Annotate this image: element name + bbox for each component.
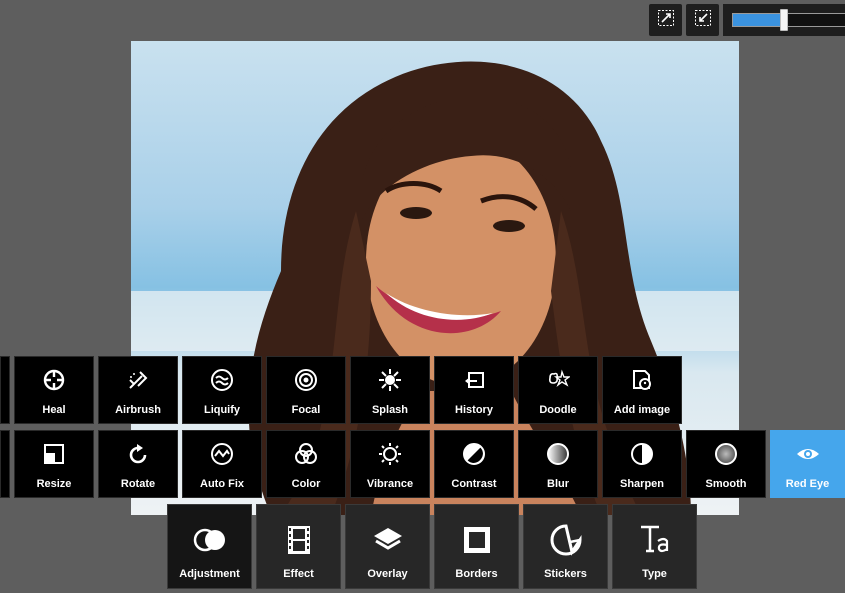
tool-label: History [455,404,493,416]
film-strip-icon [257,523,340,557]
tool-vibrance[interactable]: Vibrance [350,430,430,498]
tool-label: Splash [371,404,409,416]
tool-resize[interactable]: Resize [14,430,94,498]
tool-label: Red Eye [785,478,830,490]
tool-airbrush[interactable]: Airbrush [98,356,178,424]
contrast-icon [435,441,513,467]
tool-partial-left-1[interactable] [0,356,10,424]
tool-contrast[interactable]: Contrast [434,430,514,498]
category-stickers[interactable]: Stickers [523,504,608,589]
tool-label: Vibrance [366,478,414,490]
zoom-fill [733,14,784,26]
zoom-slider[interactable] [723,4,845,36]
tool-label: Sharpen [619,478,664,490]
tool-color[interactable]: Color [266,430,346,498]
liquify-waves-icon [183,367,261,393]
sticker-icon [524,523,607,557]
actual-size-button[interactable] [686,4,719,36]
smooth-icon [687,441,765,467]
eye-icon [771,441,844,467]
category-overlay[interactable]: Overlay [345,504,430,589]
category-type[interactable]: Type [612,504,697,589]
tool-label: Rotate [120,478,156,490]
tool-label: Blur [547,478,569,490]
tool-label: Airbrush [115,404,161,416]
tool-label: Resize [36,478,72,490]
tool-add-image[interactable]: Add image [602,356,682,424]
tool-heal[interactable]: Heal [14,356,94,424]
tool-blur[interactable]: Blur [518,430,598,498]
splash-icon [351,367,429,393]
tool-focal[interactable]: Focal [266,356,346,424]
add-image-icon [603,367,681,393]
fit-arrow-icon [694,9,712,32]
auto-fix-icon [183,441,261,467]
category-label: Type [642,568,667,580]
category-adjustment[interactable]: Adjustment [167,504,252,589]
fit-to-screen-button[interactable] [649,4,682,36]
expand-arrow-icon [657,9,675,32]
tool-label: Add image [613,404,671,416]
tool-liquify[interactable]: Liquify [182,356,262,424]
tool-rotate[interactable]: Rotate [98,430,178,498]
sharpen-icon [603,441,681,467]
category-label: Borders [455,568,498,580]
zoom-track[interactable] [732,9,845,31]
rotate-icon [99,441,177,467]
category-label: Effect [283,568,314,580]
tool-label: Liquify [203,404,241,416]
airbrush-icon [99,367,177,393]
color-circles-icon [267,441,345,467]
tool-auto-fix[interactable]: Auto Fix [182,430,262,498]
tool-smooth[interactable]: Smooth [686,430,766,498]
border-frame-icon [435,523,518,557]
type-icon [613,523,696,557]
tool-label: Smooth [705,478,747,490]
vibrance-sun-icon [351,441,429,467]
tool-label: Contrast [451,478,497,490]
category-label: Overlay [367,568,408,580]
category-effect[interactable]: Effect [256,504,341,589]
focal-target-icon [267,367,345,393]
tool-label: Auto Fix [200,478,244,490]
tool-history[interactable]: History [434,356,514,424]
category-borders[interactable]: Borders [434,504,519,589]
tool-label: Color [291,478,321,490]
category-label: Adjustment [179,568,240,580]
tool-label: Heal [42,404,66,416]
tool-partial-left-2[interactable] [0,430,10,498]
layers-icon [346,523,429,557]
tool-label: Doodle [539,404,577,416]
zoom-thumb[interactable] [779,9,788,31]
category-label: Stickers [544,568,587,580]
tool-doodle[interactable]: Doodle [518,356,598,424]
resize-icon [15,441,93,467]
blur-icon [519,441,597,467]
tool-label: Focal [291,404,321,416]
tool-splash[interactable]: Splash [350,356,430,424]
history-icon [435,367,513,393]
heal-crosshair-icon [15,367,93,393]
tool-sharpen[interactable]: Sharpen [602,430,682,498]
tool-red-eye[interactable]: Red Eye [770,430,845,498]
adjustment-circles-icon [168,523,251,557]
doodle-icon [519,367,597,393]
